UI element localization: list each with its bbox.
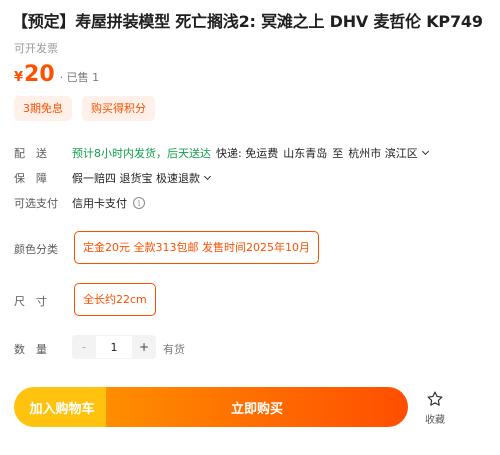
sold-count: · 已售 1 bbox=[59, 71, 100, 84]
purchase-actions: 加入购物车 立即购买 bbox=[14, 387, 408, 427]
color-option-selected[interactable]: 定金20元 全款313包邮 发售时间2025年10月 bbox=[74, 231, 319, 264]
product-title: 【预定】寿屋拼装模型 死亡搁浅2: 冥滩之上 DHV 麦哲伦 KP749 bbox=[12, 12, 483, 31]
chevron-down-icon bbox=[203, 172, 212, 181]
payment-text: 信用卡支付 bbox=[72, 197, 127, 210]
quantity-minus-button[interactable]: - bbox=[72, 335, 96, 359]
price-row: ¥ 20 · 已售 1 bbox=[14, 62, 99, 90]
price-symbol: ¥ bbox=[14, 70, 24, 85]
courier-fee: 快递: 免运费 bbox=[216, 147, 279, 160]
price-value: 20 bbox=[24, 62, 55, 87]
delivery-info[interactable]: 预计8小时内发货，后天送达 快递: 免运费 山东青岛 至 杭州市 滨江区 bbox=[72, 145, 429, 161]
payment-info: 信用卡支付 i bbox=[72, 195, 145, 211]
ship-origin: 山东青岛 bbox=[283, 147, 328, 160]
quantity-label: 数 量 bbox=[14, 343, 47, 356]
promo-tag-points[interactable]: 购买得积分 bbox=[82, 96, 155, 121]
ship-destination: 杭州市 滨江区 bbox=[348, 147, 418, 160]
info-icon[interactable]: i bbox=[133, 197, 145, 209]
guarantee-label: 保 障 bbox=[14, 172, 47, 185]
guarantee-info[interactable]: 假一赔四 退货宝 极速退款 bbox=[72, 170, 212, 186]
stock-status: 有货 bbox=[163, 343, 185, 356]
favorite-label: 收藏 bbox=[425, 415, 445, 426]
shipping-time: 预计8小时内发货，后天送达 bbox=[72, 147, 211, 160]
delivery-label: 配 送 bbox=[14, 147, 47, 160]
color-option-label: 颜色分类 bbox=[14, 243, 58, 256]
buy-now-button[interactable]: 立即购买 bbox=[106, 387, 408, 427]
guarantee-text: 假一赔四 退货宝 极速退款 bbox=[72, 172, 200, 185]
chevron-down-icon bbox=[421, 147, 429, 156]
size-option-selected[interactable]: 全长约22cm bbox=[74, 283, 156, 316]
favorite-button[interactable]: 收藏 bbox=[420, 390, 450, 426]
add-to-cart-button[interactable]: 加入购物车 bbox=[14, 387, 106, 427]
quantity-input[interactable]: 1 bbox=[96, 335, 132, 359]
quantity-plus-button[interactable]: + bbox=[132, 335, 156, 359]
invoice-note: 可开发票 bbox=[14, 42, 58, 55]
promo-tag-installment[interactable]: 3期免息 bbox=[14, 96, 72, 121]
star-outline-icon bbox=[420, 390, 450, 408]
size-option-label: 尺 寸 bbox=[14, 295, 47, 308]
quantity-stepper: - 1 + bbox=[72, 335, 156, 359]
ship-to-word: 至 bbox=[332, 147, 344, 160]
payment-label: 可选支付 bbox=[14, 197, 58, 210]
